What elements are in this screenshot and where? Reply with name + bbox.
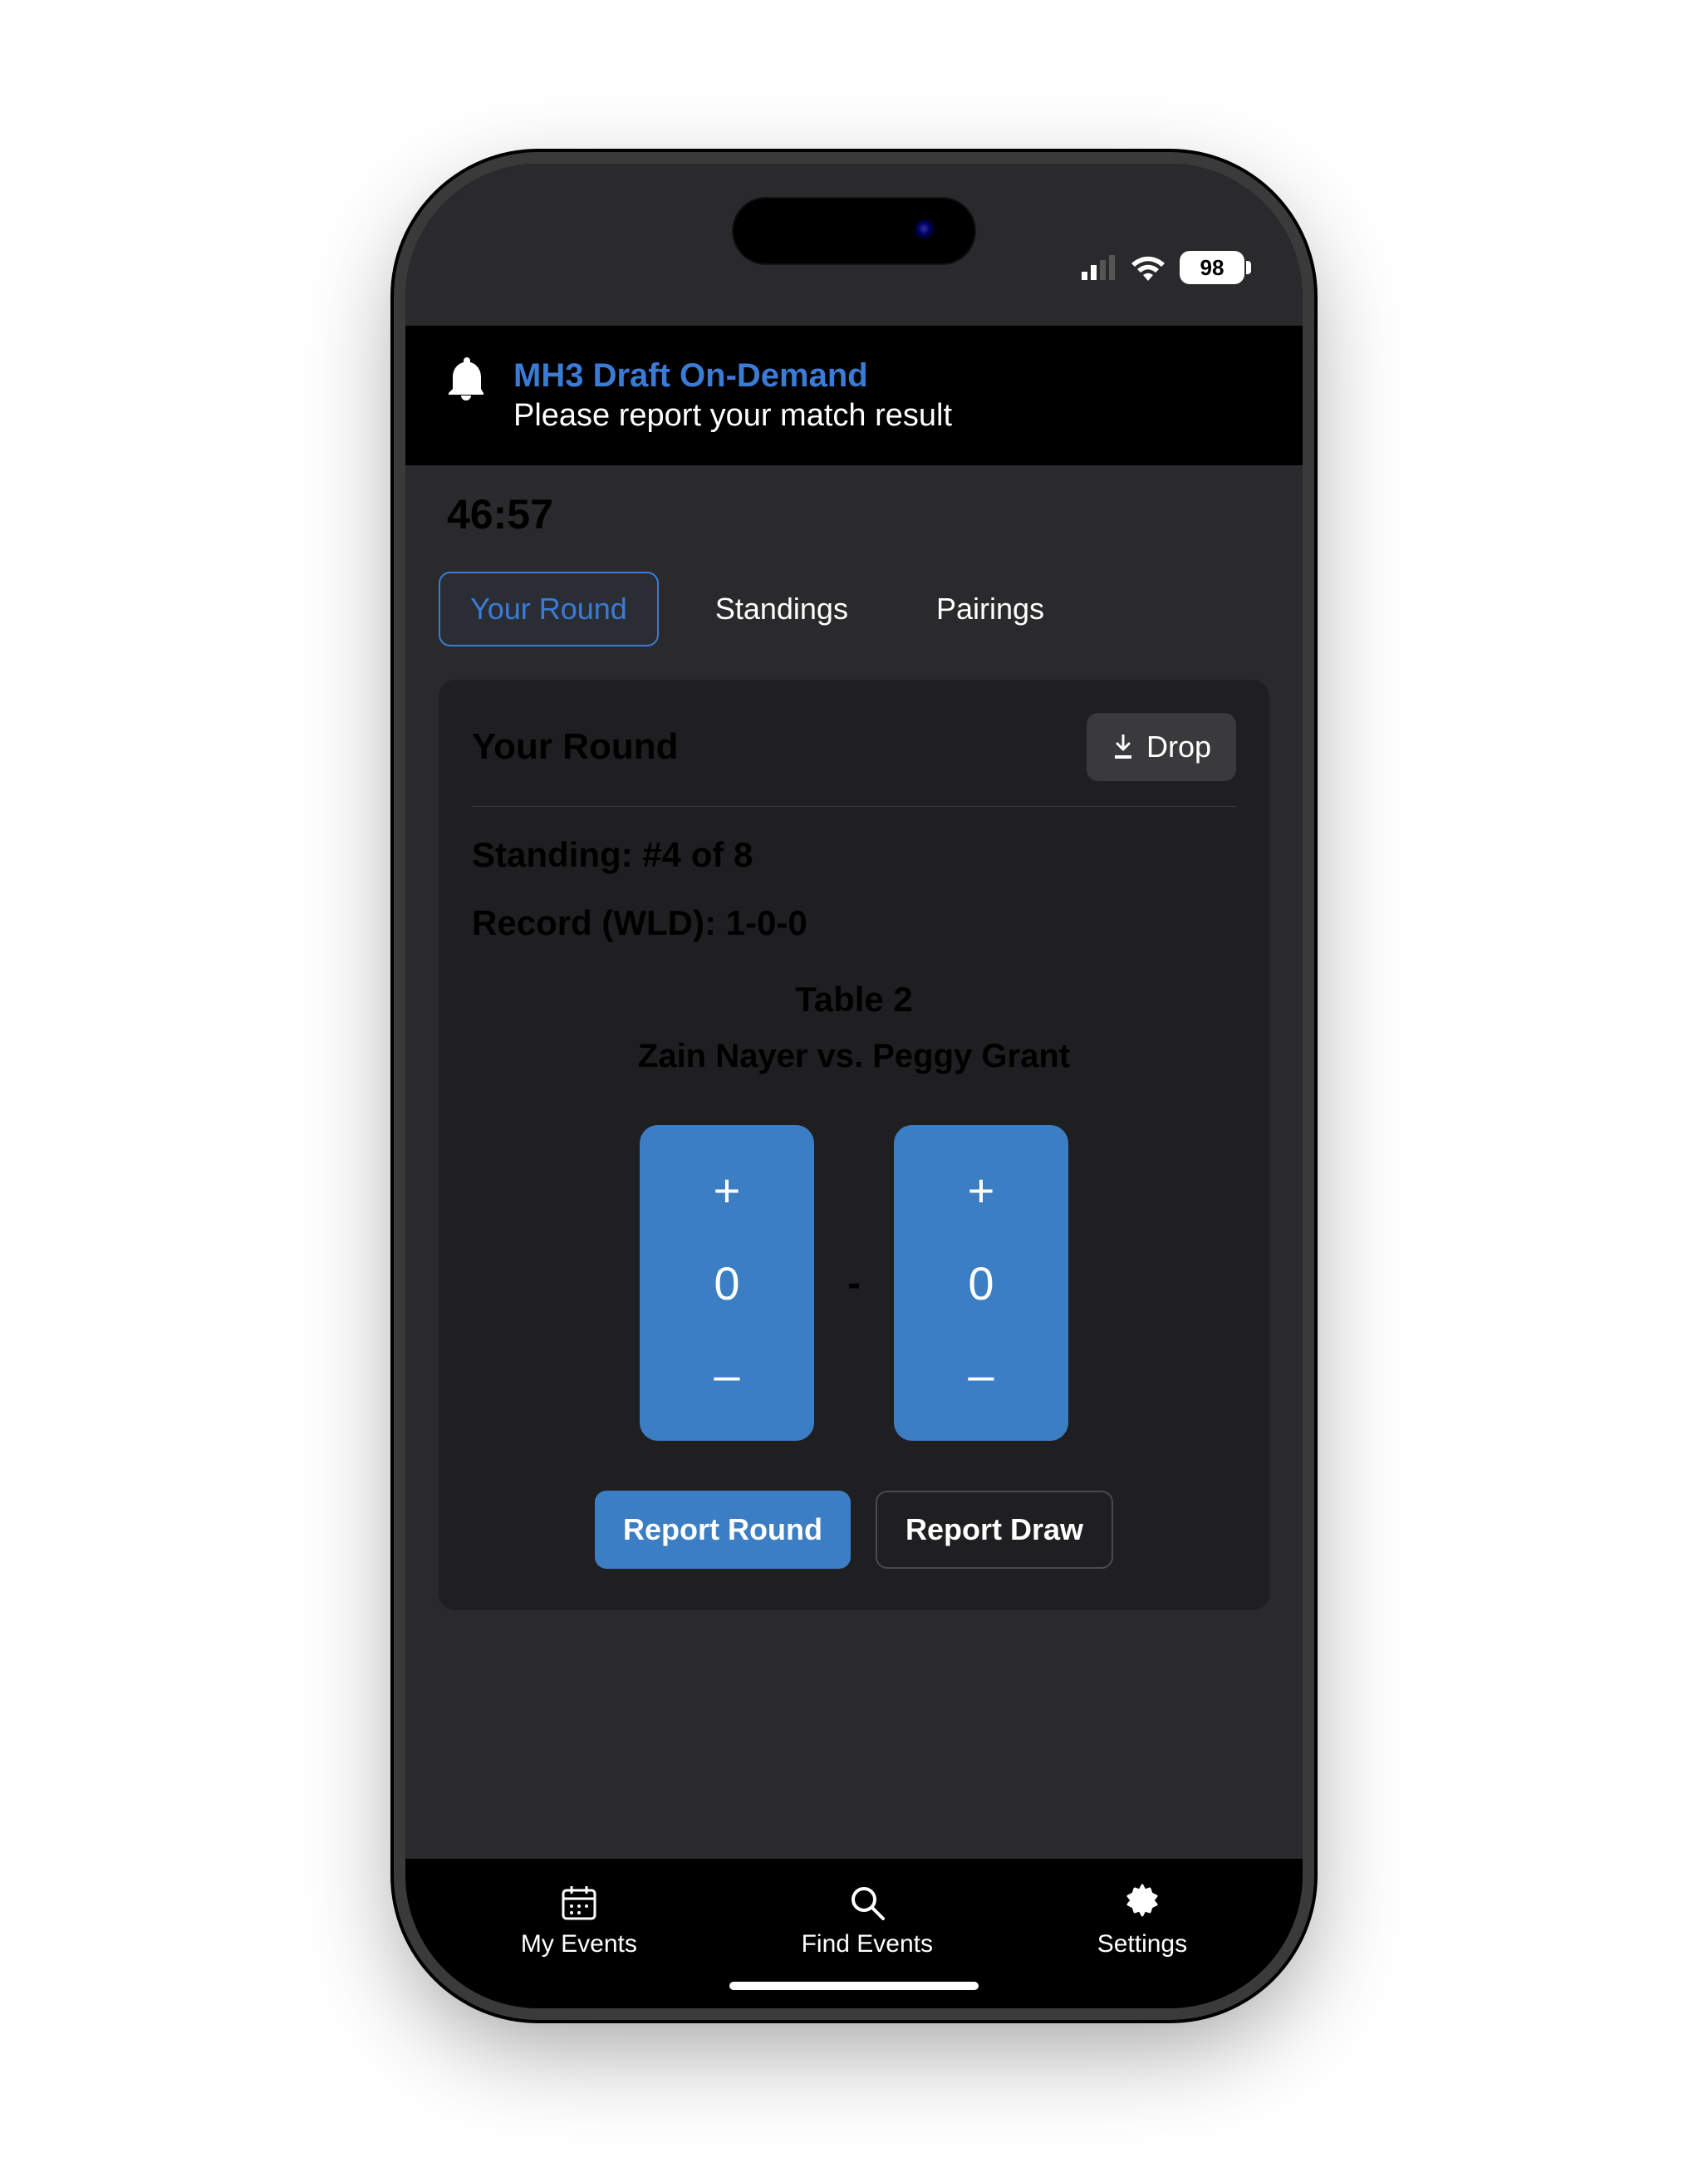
bell-icon: [447, 357, 485, 400]
gear-icon: [1123, 1884, 1161, 1922]
tab-bar: Your Round Standings Pairings: [405, 555, 1303, 680]
score-separator: -: [847, 1260, 861, 1306]
card-title: Your Round: [472, 726, 678, 768]
card-header: Your Round Drop: [472, 713, 1236, 807]
decrement-left-button[interactable]: –: [709, 1351, 744, 1399]
drop-button[interactable]: Drop: [1087, 713, 1236, 781]
wifi-icon: [1130, 254, 1166, 281]
drop-icon: [1112, 735, 1135, 759]
nav-find-events-label: Find Events: [802, 1930, 933, 1958]
search-icon: [848, 1884, 886, 1922]
phone-notch: [732, 197, 976, 265]
nav-settings-label: Settings: [1097, 1930, 1187, 1958]
decrement-right-button[interactable]: –: [963, 1351, 999, 1399]
nav-my-events[interactable]: My Events: [521, 1884, 637, 1958]
report-draw-button[interactable]: Report Draw: [876, 1491, 1113, 1569]
nav-find-events[interactable]: Find Events: [802, 1884, 933, 1958]
nav-my-events-label: My Events: [521, 1930, 637, 1958]
nav-settings[interactable]: Settings: [1097, 1884, 1187, 1958]
screen: 98 MH3 Draft On-Demand Please report you…: [405, 164, 1303, 2008]
battery-indicator: 98: [1180, 251, 1244, 284]
round-timer: 46:57: [405, 465, 1303, 555]
record-line: Record (WLD): 1-0-0: [472, 903, 1236, 943]
score-left-value: 0: [714, 1256, 739, 1310]
notification-title: MH3 Draft On-Demand: [513, 357, 952, 395]
round-card: Your Round Drop Standing: #4 of 8 Record…: [439, 680, 1269, 1610]
phone-frame: 98 MH3 Draft On-Demand Please report you…: [405, 164, 1303, 2008]
report-round-button[interactable]: Report Round: [595, 1491, 851, 1569]
score-box-right: + 0 –: [894, 1125, 1068, 1441]
notification-message: Please report your match result: [513, 398, 952, 434]
notification-banner[interactable]: MH3 Draft On-Demand Please report your m…: [405, 326, 1303, 465]
content-area: Your Round Drop Standing: #4 of 8 Record…: [405, 680, 1303, 1859]
tab-your-round[interactable]: Your Round: [439, 572, 659, 646]
drop-label: Drop: [1146, 730, 1211, 764]
score-box-left: + 0 –: [640, 1125, 814, 1441]
score-right-value: 0: [968, 1256, 994, 1310]
action-row: Report Round Report Draw: [472, 1491, 1236, 1569]
matchup-line: Zain Nayer vs. Peggy Grant: [472, 1038, 1236, 1075]
increment-right-button[interactable]: +: [963, 1167, 1000, 1215]
standing-line: Standing: #4 of 8: [472, 835, 1236, 875]
calendar-icon: [560, 1884, 598, 1922]
increment-left-button[interactable]: +: [709, 1167, 746, 1215]
notification-text: MH3 Draft On-Demand Please report your m…: [513, 357, 952, 434]
score-row: + 0 – - + 0 –: [472, 1125, 1236, 1441]
tab-standings[interactable]: Standings: [684, 572, 880, 646]
home-indicator: [729, 1982, 979, 1990]
cellular-icon: [1082, 255, 1117, 280]
table-label: Table 2: [472, 980, 1236, 1020]
tab-pairings[interactable]: Pairings: [905, 572, 1076, 646]
